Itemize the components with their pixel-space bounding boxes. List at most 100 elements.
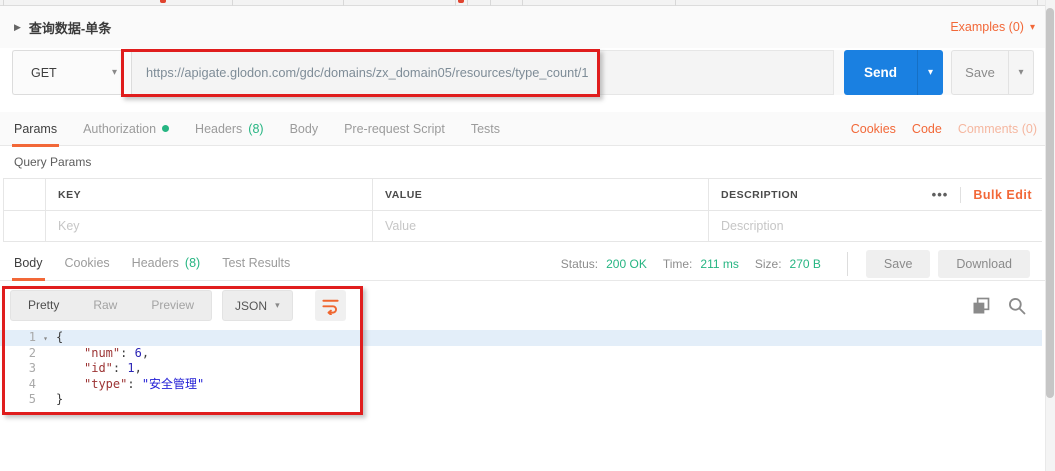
response-view-switcher: Pretty Raw Preview xyxy=(10,290,212,321)
tab-prerequest-script[interactable]: Pre-request Script xyxy=(344,112,445,146)
row-handle-column xyxy=(4,179,46,210)
send-button[interactable]: Send ▾ xyxy=(844,50,943,95)
http-method-value: GET xyxy=(31,66,57,80)
wrap-text-button[interactable] xyxy=(315,290,346,321)
view-preview-button[interactable]: Preview xyxy=(134,291,211,320)
auth-set-dot-icon xyxy=(162,125,169,132)
size-value: 270 B xyxy=(790,257,821,271)
send-options-caret[interactable]: ▾ xyxy=(917,50,943,95)
tab-params[interactable]: Params xyxy=(14,112,57,146)
tab-authorization-label: Authorization xyxy=(83,122,156,136)
code-line: 1▾ { xyxy=(0,330,1042,346)
param-value-input[interactable] xyxy=(385,219,692,233)
save-options-caret[interactable]: ▾ xyxy=(1008,51,1033,94)
download-response-button[interactable]: Download xyxy=(938,250,1030,278)
http-method-select[interactable]: GET ▾ xyxy=(12,50,132,95)
params-menu-icon[interactable]: ••• xyxy=(932,187,949,202)
save-response-button[interactable]: Save xyxy=(866,250,931,278)
response-tab-body[interactable]: Body xyxy=(14,246,43,280)
view-pretty-button[interactable]: Pretty xyxy=(11,291,76,320)
tab-headers-label: Headers xyxy=(195,122,242,136)
status-label: Status: xyxy=(561,257,598,271)
column-header-value: VALUE xyxy=(373,179,709,210)
query-params-empty-row xyxy=(4,211,1042,242)
send-button-label[interactable]: Send xyxy=(844,50,917,95)
response-tab-tests-label: Test Results xyxy=(222,256,290,270)
tab-body-label: Body xyxy=(290,122,319,136)
tab-params-label: Params xyxy=(14,122,57,136)
chevron-down-icon: ▾ xyxy=(275,300,280,311)
tab-tests[interactable]: Tests xyxy=(471,112,500,146)
chevron-down-icon: ▾ xyxy=(112,67,117,78)
line-number: 5 xyxy=(0,392,40,408)
examples-dropdown[interactable]: Examples (0) ▾ xyxy=(950,20,1035,34)
response-body-toolbar: Pretty Raw Preview JSON ▾ xyxy=(10,290,346,321)
code-line: 4 "type": "安全管理" xyxy=(0,377,1042,393)
code-line: 5 } xyxy=(0,392,1042,408)
fold-caret-icon[interactable]: ▾ xyxy=(43,331,48,347)
time-label: Time: xyxy=(663,257,693,271)
tab-prerequest-label: Pre-request Script xyxy=(344,122,445,136)
view-raw-button[interactable]: Raw xyxy=(76,291,134,320)
response-body-editor[interactable]: 1▾ { 2 "num": 6, 3 "id": 1, 4 "type": "安… xyxy=(0,330,1042,408)
line-number: 2 xyxy=(0,346,40,362)
vertical-scrollbar[interactable] xyxy=(1045,0,1055,471)
divider xyxy=(847,252,848,276)
response-section-header: Body Cookies Headers (8) Test Results St… xyxy=(0,246,1055,281)
request-titlebar: ▶ 查询数据-单条 Examples (0) ▾ xyxy=(0,6,1055,48)
row-handle-cell xyxy=(4,211,46,241)
page-title: 查询数据-单条 xyxy=(29,18,111,37)
code-link[interactable]: Code xyxy=(912,122,942,136)
line-number: 4 xyxy=(0,377,40,393)
line-number: 3 xyxy=(0,361,40,377)
url-input[interactable] xyxy=(132,50,834,95)
query-params-header-row: KEY VALUE DESCRIPTION ••• Bulk Edit xyxy=(4,179,1042,211)
time-value: 211 ms xyxy=(700,257,738,271)
tab-body[interactable]: Body xyxy=(290,112,319,146)
response-tab-body-label: Body xyxy=(14,256,43,270)
size-label: Size: xyxy=(755,257,782,271)
cookies-link[interactable]: Cookies xyxy=(851,122,896,136)
search-icon[interactable] xyxy=(1007,296,1027,316)
save-request-button[interactable]: Save ▾ xyxy=(951,50,1034,95)
code-line: 2 "num": 6, xyxy=(0,346,1042,362)
unsaved-dot-icon xyxy=(458,0,464,3)
response-headers-count-badge: (8) xyxy=(185,256,200,270)
param-description-input[interactable] xyxy=(721,219,1026,233)
chevron-down-icon: ▾ xyxy=(1018,67,1023,78)
query-params-table: KEY VALUE DESCRIPTION ••• Bulk Edit xyxy=(3,178,1042,242)
format-select[interactable]: JSON ▾ xyxy=(222,290,293,321)
param-key-input[interactable] xyxy=(58,219,356,233)
response-tools xyxy=(971,296,1027,316)
divider xyxy=(960,187,961,203)
comments-link[interactable]: Comments (0) xyxy=(958,122,1037,136)
line-number: 1▾ xyxy=(0,330,40,346)
examples-label: Examples (0) xyxy=(950,20,1024,34)
bulk-edit-link[interactable]: Bulk Edit xyxy=(973,188,1032,202)
save-button-label[interactable]: Save xyxy=(952,51,1008,94)
collapse-caret-icon[interactable]: ▶ xyxy=(14,22,21,33)
chevron-down-icon: ▾ xyxy=(928,67,933,78)
scrollbar-thumb[interactable] xyxy=(1046,8,1054,398)
headers-count-badge: (8) xyxy=(248,122,263,136)
copy-icon[interactable] xyxy=(971,296,991,316)
query-params-title: Query Params xyxy=(14,155,91,169)
unsaved-dot-icon xyxy=(160,0,166,3)
response-tab-headers-label: Headers xyxy=(132,256,179,270)
response-tab-cookies-label: Cookies xyxy=(65,256,110,270)
request-tabs: Params Authorization Headers (8) Body Pr… xyxy=(0,112,1055,146)
word-wrap-icon xyxy=(321,296,340,315)
status-value: 200 OK xyxy=(606,257,647,271)
chevron-down-icon: ▾ xyxy=(1030,22,1035,33)
request-bar: GET ▾ Send ▾ Save ▾ xyxy=(12,50,1034,95)
format-value: JSON xyxy=(235,299,267,313)
response-tab-headers[interactable]: Headers (8) xyxy=(132,246,201,280)
code-line: 3 "id": 1, xyxy=(0,361,1042,377)
response-tab-test-results[interactable]: Test Results xyxy=(222,246,290,280)
column-header-description: DESCRIPTION xyxy=(721,189,798,201)
tab-tests-label: Tests xyxy=(471,122,500,136)
column-header-key: KEY xyxy=(46,179,373,210)
tab-headers[interactable]: Headers (8) xyxy=(195,112,264,146)
tab-authorization[interactable]: Authorization xyxy=(83,112,169,146)
response-tab-cookies[interactable]: Cookies xyxy=(65,246,110,280)
